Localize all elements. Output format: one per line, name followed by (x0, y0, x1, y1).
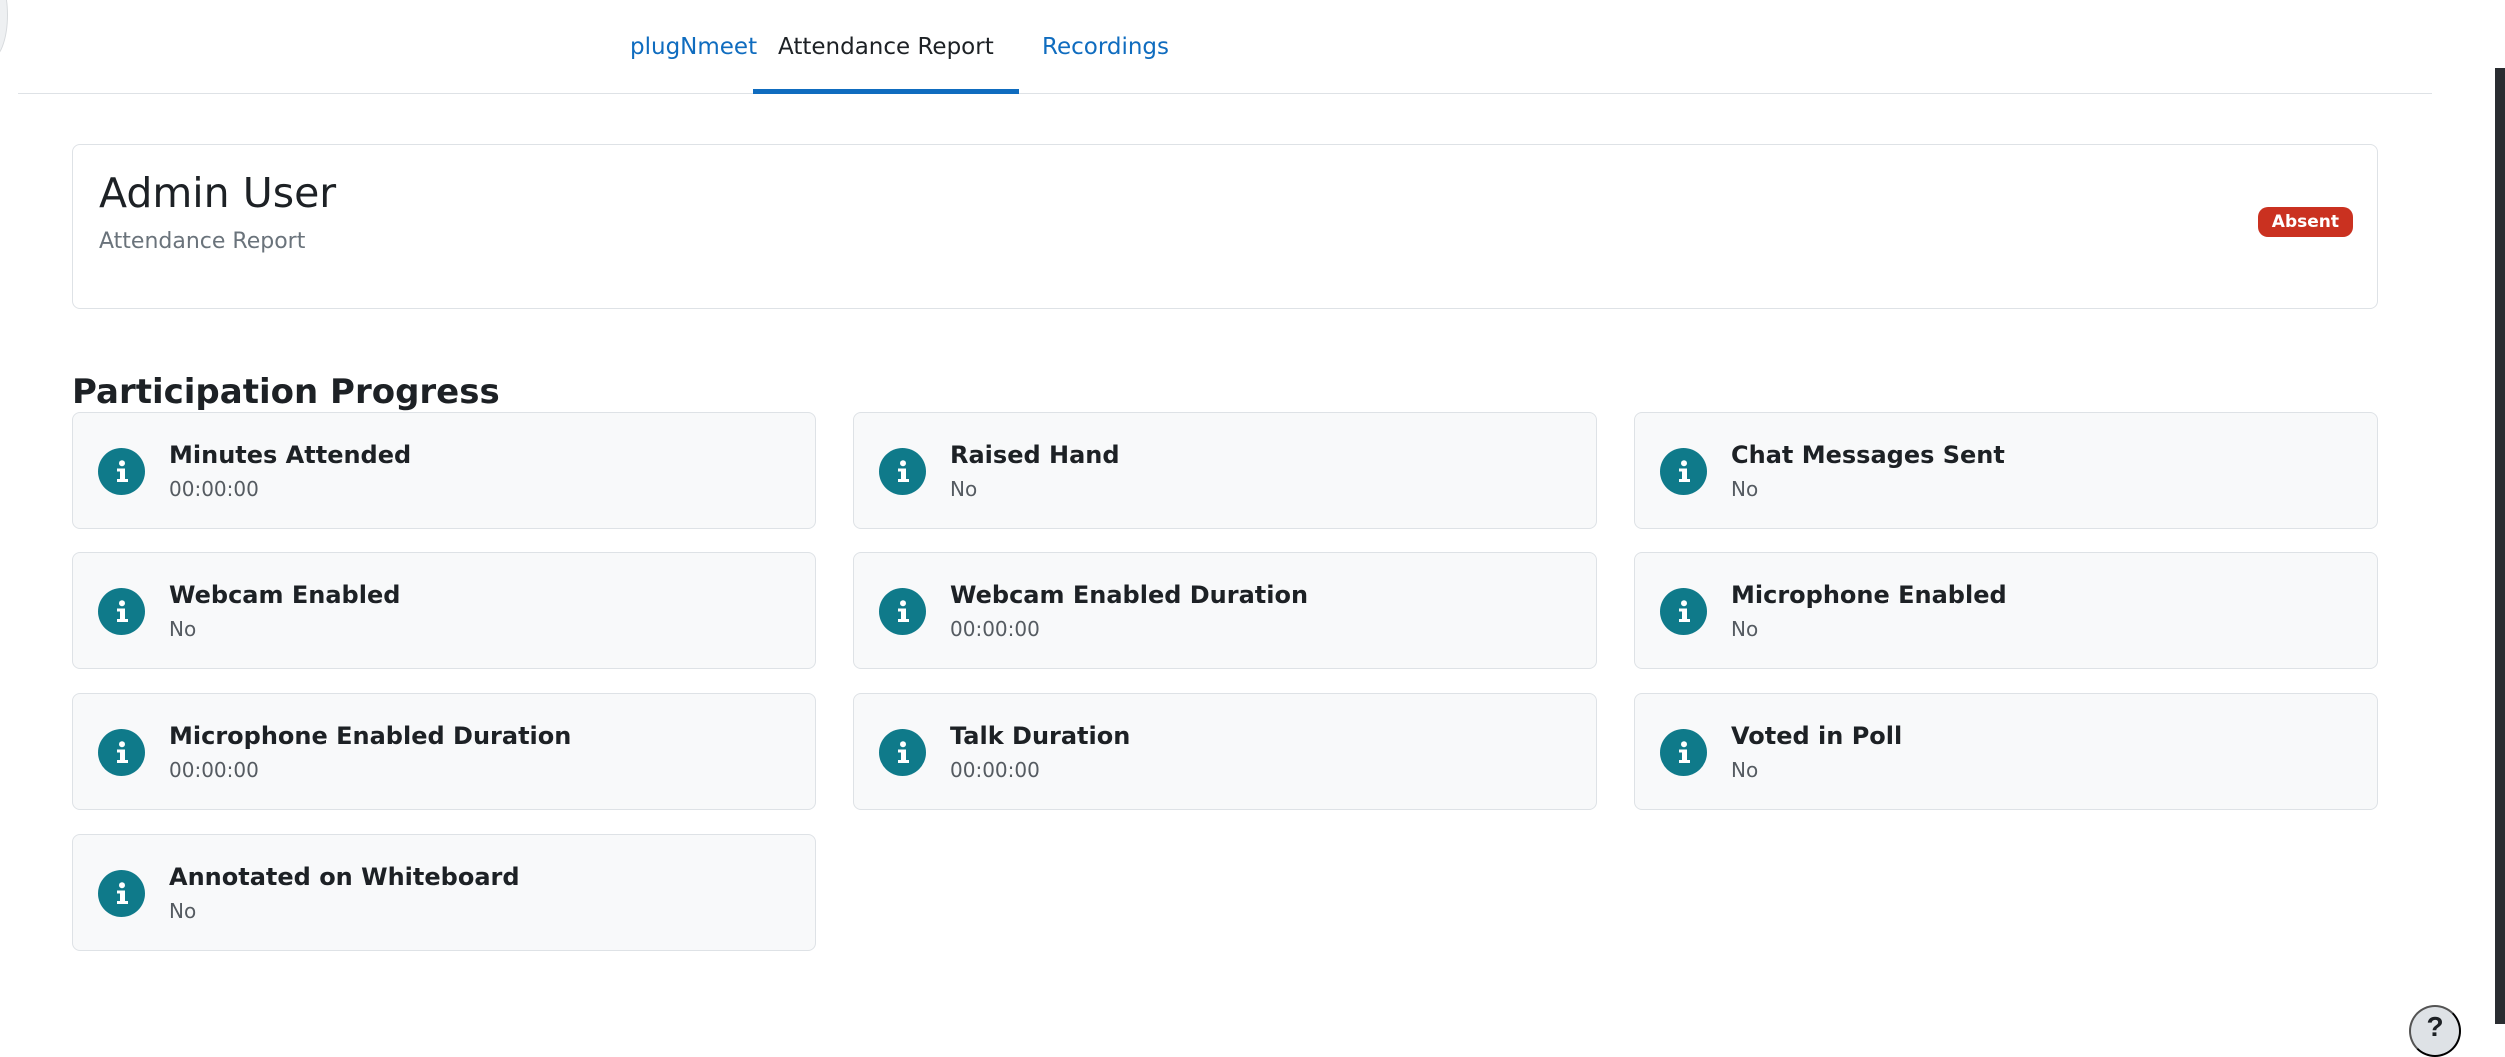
info-icon (98, 588, 145, 635)
metric-value: No (950, 477, 978, 501)
metric-value: No (1731, 617, 1759, 641)
info-icon (879, 729, 926, 776)
user-summary-card: Admin User Attendance Report Absent (72, 144, 2378, 309)
metric-value: No (1731, 758, 1759, 782)
metric-card-annotated-on-whiteboard: Annotated on Whiteboard No (72, 834, 816, 951)
metric-label: Webcam Enabled Duration (950, 581, 1309, 609)
section-title: Participation Progress (72, 372, 500, 413)
page-scrollbar[interactable] (2495, 68, 2505, 1024)
metric-label: Chat Messages Sent (1731, 441, 2005, 469)
metric-card-webcam-enabled-duration: Webcam Enabled Duration 00:00:00 (853, 552, 1597, 669)
metric-card-microphone-enabled-duration: Microphone Enabled Duration 00:00:00 (72, 693, 816, 810)
metric-card-microphone-enabled: Microphone Enabled No (1634, 552, 2378, 669)
metric-card-talk-duration: Talk Duration 00:00:00 (853, 693, 1597, 810)
metric-card-chat-messages-sent: Chat Messages Sent No (1634, 412, 2378, 529)
metric-label: Microphone Enabled Duration (169, 722, 572, 750)
metric-value: No (1731, 477, 1759, 501)
info-icon (1660, 448, 1707, 495)
metric-card-raised-hand: Raised Hand No (853, 412, 1597, 529)
metric-value: 00:00:00 (950, 758, 1040, 782)
info-icon (98, 729, 145, 776)
tab-recordings[interactable]: Recordings (1017, 0, 1194, 94)
question-icon: ? (2426, 1011, 2444, 1042)
info-icon (879, 588, 926, 635)
metric-label: Minutes Attended (169, 441, 412, 469)
metric-value: No (169, 899, 197, 923)
user-name: Admin User (99, 169, 337, 217)
metric-label: Raised Hand (950, 441, 1120, 469)
metric-label: Talk Duration (950, 722, 1131, 750)
info-icon (879, 448, 926, 495)
metric-card-voted-in-poll: Voted in Poll No (1634, 693, 2378, 810)
tab-attendance-report[interactable]: Attendance Report (753, 0, 1019, 94)
info-icon (1660, 729, 1707, 776)
metric-card-minutes-attended: Minutes Attended 00:00:00 (72, 412, 816, 529)
info-icon (1660, 588, 1707, 635)
metric-value: 00:00:00 (169, 758, 259, 782)
corner-button[interactable] (0, 0, 8, 60)
metric-label: Webcam Enabled (169, 581, 401, 609)
metric-value: 00:00:00 (950, 617, 1040, 641)
info-icon (98, 448, 145, 495)
help-button[interactable]: ? (2409, 1005, 2461, 1057)
metric-value: 00:00:00 (169, 477, 259, 501)
report-subtitle: Attendance Report (99, 229, 306, 254)
metric-label: Annotated on Whiteboard (169, 863, 520, 891)
metric-card-webcam-enabled: Webcam Enabled No (72, 552, 816, 669)
metric-label: Microphone Enabled (1731, 581, 2007, 609)
metric-label: Voted in Poll (1731, 722, 1903, 750)
status-badge: Absent (2257, 207, 2353, 237)
info-icon (98, 870, 145, 917)
metric-value: No (169, 617, 197, 641)
top-tabs: plugNmeet Attendance Report Recordings (18, 0, 2432, 94)
